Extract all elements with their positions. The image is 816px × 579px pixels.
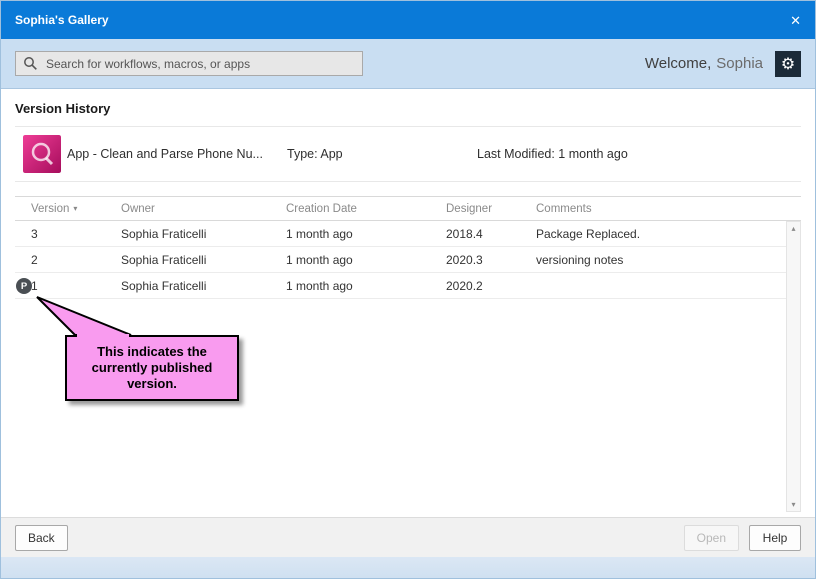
table-row[interactable]: 2 Sophia Fraticelli 1 month ago 2020.3 v… [15, 247, 801, 273]
scroll-down-icon[interactable]: ▾ [787, 498, 800, 511]
cell-version: 3 [31, 226, 38, 241]
close-icon[interactable]: ✕ [790, 14, 801, 27]
column-header-owner[interactable]: Owner [121, 203, 286, 215]
cell-designer: 2020.2 [446, 278, 483, 293]
vertical-scrollbar[interactable]: ▴ ▾ [786, 221, 801, 512]
page-title: Version History [15, 101, 111, 116]
window-title: Sophia's Gallery [15, 13, 109, 27]
app-name: App - Clean and Parse Phone Nu... [67, 147, 263, 161]
table-body: 3 Sophia Fraticelli 1 month ago 2018.4 P… [15, 221, 801, 299]
published-badge: P [16, 278, 32, 294]
cell-designer: 2020.3 [446, 252, 483, 267]
welcome-text: Welcome, Sophia [645, 55, 763, 72]
cell-creation-date: 1 month ago [286, 252, 353, 267]
cell-owner: Sophia Fraticelli [121, 226, 207, 241]
app-last-modified: Last Modified: 1 month ago [477, 147, 628, 161]
cell-owner: Sophia Fraticelli [121, 278, 207, 293]
column-header-version[interactable]: Version ▾ [31, 203, 121, 215]
cell-version: 2 [31, 252, 38, 267]
welcome-prefix: Welcome, [644, 55, 712, 72]
cell-comments: versioning notes [536, 252, 624, 267]
open-button[interactable]: Open [683, 524, 739, 551]
cell-comments: Package Replaced. [536, 226, 641, 241]
cell-creation-date: 1 month ago [286, 278, 353, 293]
gallery-header: Welcome, Sophia ⚙ [1, 39, 815, 89]
window-bottom-edge [1, 557, 815, 578]
app-info-row: App - Clean and Parse Phone Nu... Type: … [15, 126, 801, 182]
search-box [15, 51, 363, 76]
search-input[interactable] [15, 51, 363, 76]
back-button[interactable]: Back [15, 524, 68, 551]
sort-icon: ▾ [73, 203, 78, 213]
footer-bar: Back Open Help [1, 517, 815, 557]
cell-designer: 2018.4 [446, 226, 483, 241]
search-icon [24, 57, 37, 70]
gallery-window: Sophia's Gallery ✕ Welcome, Sophia ⚙ Ver… [0, 0, 816, 579]
column-header-designer[interactable]: Designer [446, 203, 536, 215]
content-area: Version History App - Clean and Parse Ph… [1, 89, 815, 517]
table-row[interactable]: 3 Sophia Fraticelli 1 month ago 2018.4 P… [15, 221, 801, 247]
scroll-up-icon[interactable]: ▴ [787, 222, 800, 235]
cell-version: 1 [31, 278, 38, 293]
app-icon [23, 135, 61, 173]
cell-owner: Sophia Fraticelli [121, 252, 207, 267]
gear-icon: ⚙ [780, 55, 796, 73]
cell-creation-date: 1 month ago [286, 226, 353, 241]
table-header: Version ▾ Owner Creation Date Designer Co… [15, 196, 801, 221]
welcome-username: Sophia [716, 55, 763, 72]
settings-button[interactable]: ⚙ [775, 50, 801, 77]
help-button[interactable]: Help [749, 524, 801, 551]
title-bar: Sophia's Gallery ✕ [1, 1, 815, 39]
table-row[interactable]: P 1 Sophia Fraticelli 1 month ago 2020.2 [15, 273, 801, 299]
callout-annotation: This indicates the currently published v… [65, 335, 239, 401]
column-header-creation-date[interactable]: Creation Date [286, 203, 446, 215]
column-header-comments[interactable]: Comments [536, 203, 801, 215]
app-type: Type: App [287, 147, 343, 161]
